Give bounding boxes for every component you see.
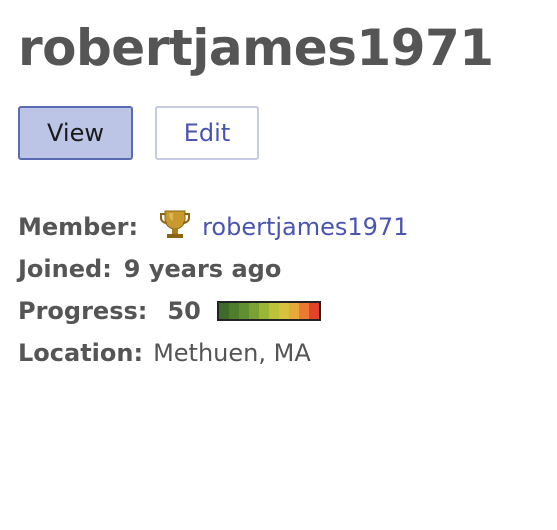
- member-field: Member: robertjames1971: [18, 206, 557, 248]
- tab-view[interactable]: View: [18, 106, 133, 160]
- progress-segment: [268, 303, 279, 319]
- progress-value: 50: [167, 297, 201, 325]
- progress-label: Progress:: [18, 297, 148, 325]
- location-value: Methuen, MA: [153, 339, 311, 367]
- joined-label: Joined:: [18, 255, 112, 283]
- progress-segment: [248, 303, 259, 319]
- progress-segment: [278, 303, 289, 319]
- progress-segment: [298, 303, 309, 319]
- progress-segment: [288, 303, 299, 319]
- profile-page: robertjames1971 View Edit Member: robert…: [18, 16, 557, 374]
- progress-segment: [228, 303, 239, 319]
- joined-value: 9 years ago: [123, 255, 282, 283]
- trophy-icon: [158, 207, 192, 241]
- profile-tabs: View Edit: [18, 106, 557, 160]
- page-title: robertjames1971: [18, 19, 494, 77]
- progress-bar: [216, 301, 321, 321]
- progress-segment: [258, 303, 269, 319]
- location-label: Location:: [18, 339, 144, 367]
- profile-fields: Member: robertjames1971 Joined: 9 years …: [18, 206, 557, 374]
- progress-segment: [218, 303, 229, 319]
- location-field: Location: Methuen, MA: [18, 332, 557, 374]
- member-link[interactable]: robertjames1971: [202, 213, 408, 241]
- member-label: Member:: [18, 213, 139, 241]
- progress-segment: [238, 303, 249, 319]
- tab-edit[interactable]: Edit: [155, 106, 259, 160]
- progress-field: Progress: 50: [18, 290, 557, 332]
- joined-field: Joined: 9 years ago: [18, 248, 557, 290]
- progress-segment: [308, 303, 319, 319]
